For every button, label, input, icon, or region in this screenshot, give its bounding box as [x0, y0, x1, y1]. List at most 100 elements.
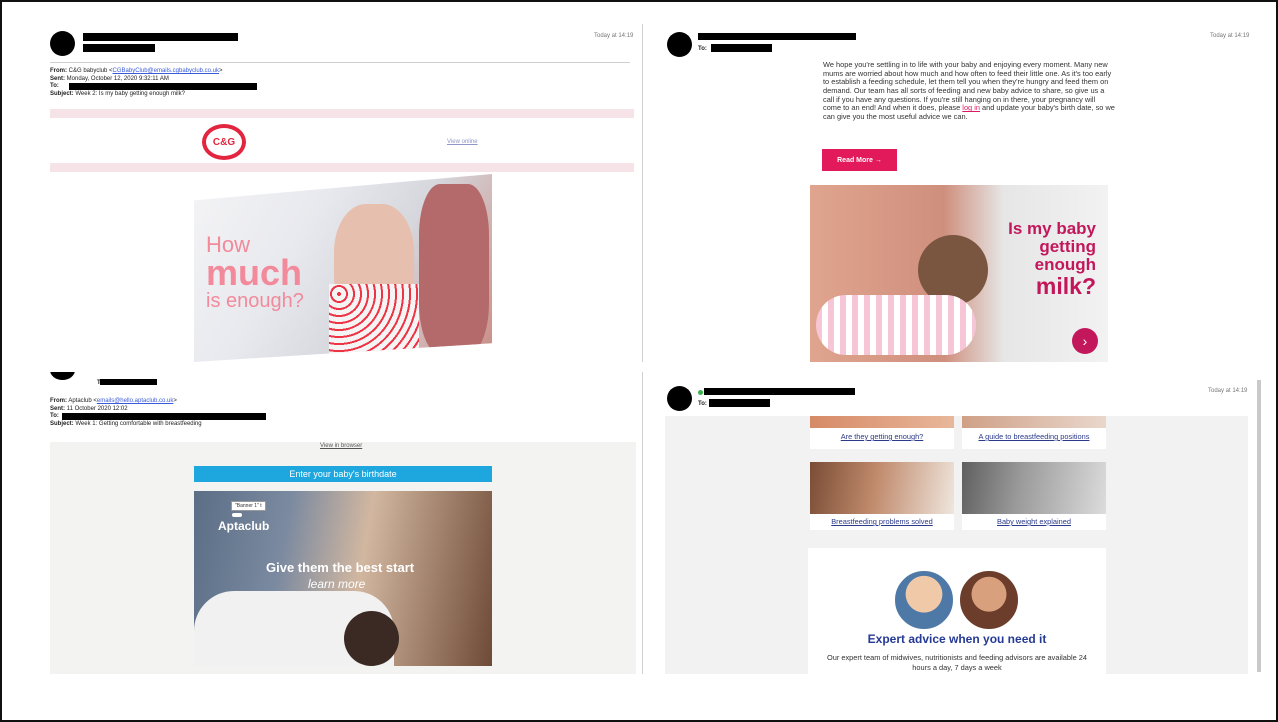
from-name: Aptaclub <: [68, 398, 97, 404]
article-link[interactable]: Breastfeeding problems solved: [810, 517, 954, 526]
learn-more-link[interactable]: learn more: [308, 577, 365, 591]
email-panel-cg-body: To: Today at 14:19 We hope you're settli…: [642, 24, 1262, 362]
cg-babyclub-logo: C&G: [202, 124, 246, 160]
sender-avatar: [667, 386, 692, 411]
article-card[interactable]: Baby weight explained: [962, 462, 1106, 530]
redacted-to: [711, 44, 772, 52]
aptaclub-logo-icon: [232, 513, 242, 517]
pink-band-bottom: [50, 163, 634, 172]
from-email-link[interactable]: CGBabyClub@emails.cgbabyclub.co.uk: [113, 68, 219, 74]
timestamp: Today at 14:19: [1208, 388, 1248, 394]
hero-line-3: enough: [1034, 255, 1096, 274]
header-divider: [50, 62, 630, 63]
email-body-text: We hope you're settling in to life with …: [823, 60, 1115, 122]
hero-text-enough: is enough?: [206, 290, 304, 312]
article-card[interactable]: Breastfeeding problems solved: [810, 462, 954, 530]
aptaclub-logo: Aptaclub: [218, 519, 270, 533]
sender-avatar: [667, 32, 692, 57]
article-image: [962, 416, 1106, 428]
from-row: From: C&G babyclub <CGBabyClub@emails.cg…: [50, 68, 550, 76]
enter-birthdate-button[interactable]: Enter your baby's birthdate: [194, 466, 492, 482]
from-name: C&G babyclub <: [68, 68, 113, 74]
sent-row: Sent: 11 October 2020 12:02: [50, 406, 550, 414]
view-online-link[interactable]: View online: [447, 139, 478, 145]
sent-label: Sent:: [50, 405, 65, 412]
article-link[interactable]: A guide to breastfeeding positions: [962, 432, 1106, 441]
article-link[interactable]: Baby weight explained: [962, 517, 1106, 526]
email-panel-aptaclub: To: From: Aptaclub <emails@hello.aptaclu…: [42, 372, 637, 674]
expert-avatar: [958, 569, 1020, 631]
subject-value: Week 2: Is my baby getting enough milk?: [75, 91, 185, 97]
collage-frame: Today at 14:19 From: C&G babyclub <CGBab…: [0, 0, 1278, 722]
banner-tag: "Banner 1" t: [231, 501, 266, 511]
view-in-browser-link[interactable]: View in browser: [320, 443, 362, 449]
hero-line-4: milk?: [1035, 273, 1096, 299]
from-close: >: [173, 398, 177, 404]
hero-image-enough-milk[interactable]: Is my baby getting enough milk? ›: [810, 185, 1108, 362]
from-row: From: Aptaclub <emails@hello.aptaclub.co…: [50, 398, 550, 406]
redacted-to: [709, 399, 770, 407]
subject-value: Week 1: Getting comfortable with breastf…: [75, 421, 202, 427]
baby-head: [344, 611, 399, 666]
hero-image-best-start[interactable]: "Banner 1" t Aptaclub Give them the best…: [194, 491, 492, 666]
to-label: To:: [698, 46, 707, 52]
from-label: From:: [50, 68, 67, 74]
to-label: To:: [50, 83, 59, 89]
to-label: To:: [698, 401, 707, 407]
from-close: >: [219, 68, 223, 74]
sent-value: 11 October 2020 12:02: [66, 405, 128, 412]
hero-text-much: much: [206, 252, 303, 293]
to-label: To:: [50, 413, 59, 419]
sender-avatar: [50, 372, 75, 380]
email-meta: From: C&G babyclub <CGBabyClub@emails.cg…: [50, 68, 550, 99]
to-row: To:: [50, 83, 550, 91]
online-status-icon: [698, 390, 703, 395]
log-in-link[interactable]: log in: [962, 103, 980, 112]
article-image: [810, 416, 954, 428]
redacted-sender-name: [698, 33, 856, 40]
pink-band-top: [50, 109, 634, 118]
redacted-sender-name: [83, 33, 238, 41]
article-link[interactable]: Are they getting enough?: [810, 432, 954, 441]
logo-text: C&G: [212, 136, 236, 148]
subject-label: Subject:: [50, 421, 74, 427]
expert-advice-section: Expert advice when you need it Our exper…: [808, 548, 1106, 674]
timestamp: Today at 14:19: [594, 33, 634, 39]
redacted-to: [69, 83, 257, 90]
expert-body: Our expert team of midwives, nutritionis…: [826, 653, 1088, 672]
redacted-sender-name: [704, 388, 855, 395]
subject-label: Subject:: [50, 91, 74, 97]
to-row: To:: [50, 413, 550, 421]
email-meta: From: Aptaclub <emails@hello.aptaclub.co…: [50, 398, 550, 429]
article-image: [962, 462, 1106, 514]
scrollbar[interactable]: [1257, 380, 1261, 672]
from-label: From:: [50, 398, 67, 404]
sent-row: Sent: Monday, October 12, 2020 9:32:11 A…: [50, 76, 550, 84]
article-card[interactable]: A guide to breastfeeding positions: [962, 416, 1106, 449]
redacted-to-top: [100, 379, 157, 385]
timestamp: Today at 14:19: [1210, 33, 1250, 39]
hero-line-1: Is my baby: [1008, 219, 1096, 238]
hero-headline: Give them the best start: [266, 560, 415, 575]
redacted-sender-detail: [83, 44, 155, 52]
mother-figure: [419, 184, 489, 354]
article-card[interactable]: Are they getting enough?: [810, 416, 954, 449]
from-email-link[interactable]: emails@hello.aptaclub.co.uk: [97, 398, 173, 404]
email-panel-cg: Today at 14:19 From: C&G babyclub <CGBab…: [42, 24, 637, 362]
expert-avatar: [893, 569, 955, 631]
redacted-to: [62, 413, 266, 420]
subject-row: Subject: Week 1: Getting comfortable wit…: [50, 421, 550, 429]
subject-row: Subject: Week 2: Is my baby getting enou…: [50, 91, 550, 99]
sender-avatar: [50, 31, 75, 56]
arrow-right-icon[interactable]: ›: [1072, 328, 1098, 354]
sent-value: Monday, October 12, 2020 9:32:11 AM: [66, 75, 169, 82]
hero-image-how-much[interactable]: How much is enough?: [194, 174, 492, 362]
baby-striped-outfit: [816, 295, 976, 355]
expert-title: Expert advice when you need it: [867, 632, 1047, 646]
sent-label: Sent:: [50, 75, 65, 82]
email-panel-articles: To: Today at 14:19 Are they getting enou…: [642, 372, 1262, 674]
article-image: [810, 462, 954, 514]
hero-line-2: getting: [1039, 237, 1096, 256]
read-more-button[interactable]: Read More →: [822, 149, 897, 171]
baby-dress-pattern: [329, 284, 419, 354]
